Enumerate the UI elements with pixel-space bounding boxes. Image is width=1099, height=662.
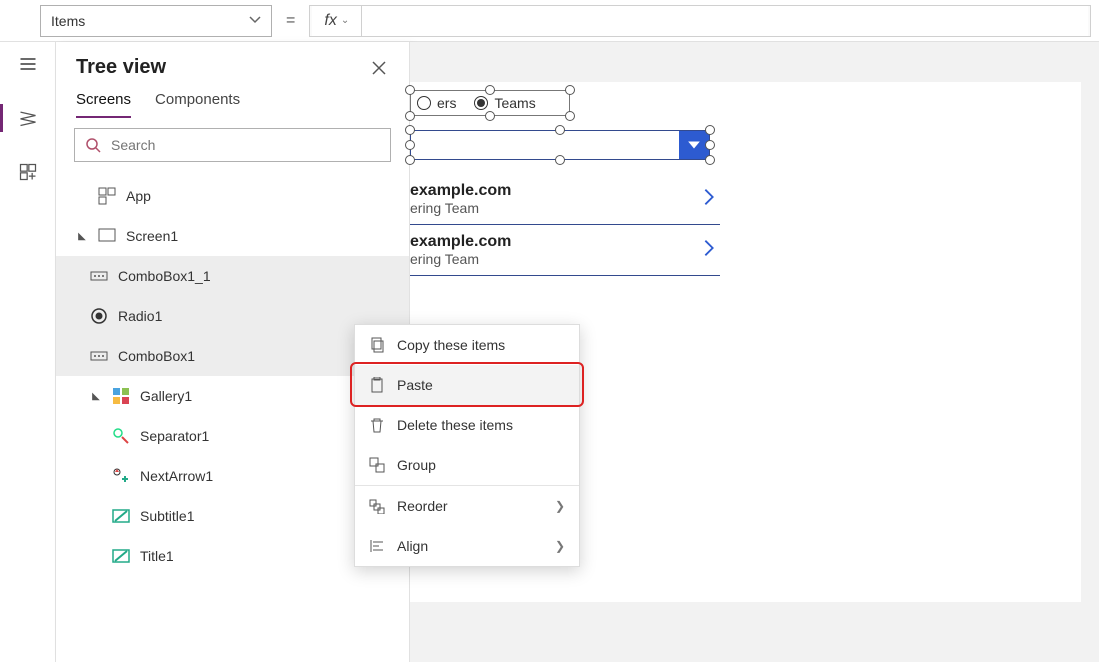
menu-item-label: Reorder: [397, 498, 448, 514]
radio-icon: [474, 96, 488, 110]
copy-icon: [369, 337, 385, 353]
selection-handle[interactable]: [565, 111, 575, 121]
selection-handle[interactable]: [485, 85, 495, 95]
tree-item-label: Screen1: [126, 228, 178, 244]
list-item[interactable]: example.com ering Team: [410, 225, 720, 276]
radio-option-label: Teams: [494, 95, 535, 111]
menu-delete[interactable]: Delete these items: [355, 405, 579, 445]
combobox-icon: [90, 347, 108, 365]
chevron-right-icon: ❯: [555, 539, 565, 553]
selection-handle[interactable]: [705, 140, 715, 150]
menu-item-label: Paste: [397, 377, 433, 393]
combobox-icon: [90, 267, 108, 285]
radio-option-2[interactable]: Teams: [474, 95, 535, 111]
list-item-subtitle: ering Team: [410, 200, 511, 216]
search-icon: [85, 137, 101, 153]
selection-handle[interactable]: [705, 155, 715, 165]
radio-option-label: ers: [437, 95, 456, 111]
tree-item-label: Radio1: [118, 308, 162, 324]
combobox-control[interactable]: [410, 130, 710, 160]
selection-handle[interactable]: [405, 85, 415, 95]
menu-item-label: Copy these items: [397, 337, 505, 353]
selection-handle[interactable]: [555, 155, 565, 165]
menu-item-label: Delete these items: [397, 417, 513, 433]
tree-item-label: Gallery1: [140, 388, 192, 404]
property-selector[interactable]: Items: [40, 5, 272, 37]
list-item[interactable]: example.com ering Team: [410, 174, 720, 225]
radio-option-1[interactable]: ers: [417, 95, 456, 111]
selection-handle[interactable]: [485, 111, 495, 121]
nextarrow-icon: [112, 467, 130, 485]
close-icon[interactable]: [369, 58, 389, 78]
context-menu: Copy these items Paste Delete these item…: [354, 324, 580, 567]
label-icon: [112, 547, 130, 565]
menu-align[interactable]: Align ❯: [355, 526, 579, 566]
fx-label: fx: [324, 12, 336, 30]
equals-label: =: [272, 12, 309, 30]
radio-icon: [90, 307, 108, 325]
tree-item-combobox1-1[interactable]: ComboBox1_1: [56, 256, 409, 296]
menu-reorder[interactable]: Reorder ❯: [355, 486, 579, 526]
left-rail: [0, 42, 56, 662]
radio-control[interactable]: ers Teams: [410, 90, 570, 116]
group-icon: [369, 457, 385, 473]
selection-handle[interactable]: [405, 125, 415, 135]
tree-view-title: Tree view: [76, 56, 166, 79]
hamburger-button[interactable]: [12, 48, 44, 80]
list-item-subtitle: ering Team: [410, 251, 511, 267]
menu-item-label: Group: [397, 457, 436, 473]
app-icon: [98, 187, 116, 205]
search-input[interactable]: [109, 136, 380, 154]
reorder-icon: [369, 498, 385, 514]
gallery-control[interactable]: example.com ering Team example.com ering…: [410, 174, 720, 276]
expand-icon[interactable]: ◣: [90, 391, 102, 402]
tree-item-app[interactable]: App: [56, 176, 409, 216]
property-selector-label: Items: [51, 13, 85, 29]
selection-handle[interactable]: [405, 140, 415, 150]
align-icon: [369, 538, 385, 554]
selection-handle[interactable]: [405, 155, 415, 165]
selection-handle[interactable]: [405, 111, 415, 121]
chevron-right-icon[interactable]: [698, 186, 720, 213]
insert-button[interactable]: [12, 156, 44, 188]
tree-item-label: App: [126, 188, 151, 204]
label-icon: [112, 507, 130, 525]
expand-icon[interactable]: ◣: [76, 231, 88, 242]
formula-input-wrap: fx ⌄: [309, 5, 1091, 37]
tree-tabs: Screens Components: [56, 85, 409, 118]
tree-item-label: Separator1: [140, 428, 209, 444]
tree-search[interactable]: [74, 128, 391, 162]
selection-handle[interactable]: [565, 85, 575, 95]
tree-item-label: ComboBox1: [118, 348, 195, 364]
screen-icon: [98, 227, 116, 245]
selection-handle[interactable]: [705, 125, 715, 135]
tab-screens[interactable]: Screens: [76, 91, 131, 118]
formula-bar: Items = fx ⌄: [0, 0, 1099, 42]
tree-item-label: Title1: [140, 548, 174, 564]
paste-icon: [369, 377, 385, 393]
tree-item-screen1[interactable]: ◣ Screen1: [56, 216, 409, 256]
selection-handle[interactable]: [555, 125, 565, 135]
tree-item-label: NextArrow1: [140, 468, 213, 484]
menu-paste[interactable]: Paste: [355, 365, 579, 405]
tree-view-button[interactable]: [12, 102, 44, 134]
menu-group[interactable]: Group: [355, 445, 579, 485]
trash-icon: [369, 417, 385, 433]
menu-item-label: Align: [397, 538, 428, 554]
menu-copy[interactable]: Copy these items: [355, 325, 579, 365]
tree-item-label: ComboBox1_1: [118, 268, 211, 284]
tree-item-label: Subtitle1: [140, 508, 194, 524]
gallery-icon: [112, 387, 130, 405]
list-item-title: example.com: [410, 182, 511, 200]
chevron-down-icon: [249, 13, 261, 29]
tab-components[interactable]: Components: [155, 91, 240, 118]
separator-icon: [112, 427, 130, 445]
fx-button[interactable]: fx ⌄: [312, 6, 362, 36]
radio-icon: [417, 96, 431, 110]
chevron-right-icon: ❯: [555, 499, 565, 513]
chevron-right-icon[interactable]: [698, 237, 720, 264]
formula-input[interactable]: [362, 6, 1088, 36]
list-item-title: example.com: [410, 233, 511, 251]
chevron-down-icon: ⌄: [341, 15, 349, 26]
